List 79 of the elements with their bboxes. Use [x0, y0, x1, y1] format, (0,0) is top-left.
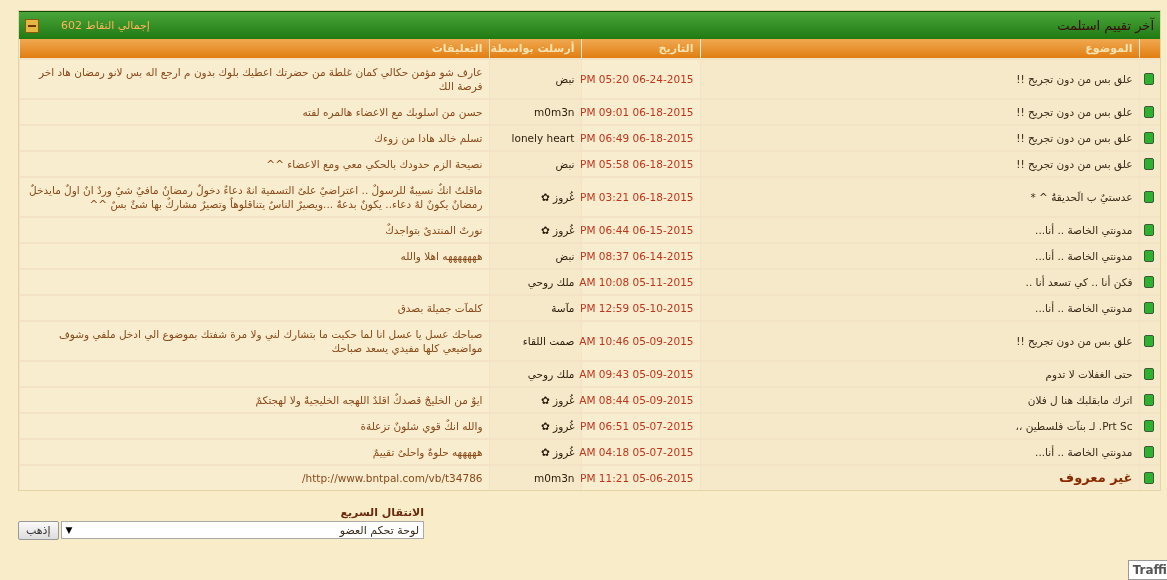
date-text: 05-07-2015 06:51 PM: [580, 420, 694, 432]
comment-text: http://www.bntpal.com/vb/t34786/: [301, 472, 483, 484]
date-text: 06-18-2015 09:01 PM: [580, 106, 694, 118]
status-icon: [1144, 158, 1154, 170]
date-text: 06-18-2015 05:58 PM: [580, 158, 694, 170]
thread-link[interactable]: علق بس من دون تجريح !!: [1016, 335, 1133, 347]
thread-link[interactable]: حتى الغفلات لا تدوم: [1045, 368, 1133, 380]
date-text: 06-15-2015 06:44 PM: [580, 224, 694, 236]
author-name[interactable]: نبض: [555, 73, 575, 85]
date-text: 06-24-2015 05:20 PM: [580, 73, 694, 85]
status-icon: [1144, 132, 1154, 144]
thread-link[interactable]: علق بس من دون تجريح !!: [1016, 73, 1133, 85]
date-text: 05-09-2015 08:44 AM: [579, 394, 694, 406]
author-name[interactable]: غُروز ✿: [540, 446, 575, 458]
column-header: الموضوع: [700, 39, 1139, 59]
comment-text: كلمآت جميلة بصدق: [397, 302, 483, 314]
status-icon: [1144, 420, 1154, 432]
date-text: 05-09-2015 10:46 AM: [579, 335, 694, 347]
thread-link[interactable]: Prt Sc. لـ بنآت فلسطين ،،: [1015, 420, 1133, 432]
status-icon: [1144, 73, 1154, 85]
status-icon: [1144, 106, 1154, 118]
author-name[interactable]: غُروز ✿: [540, 394, 575, 406]
thread-link[interactable]: مدونتي الخاصة .. أنا...: [1035, 250, 1133, 262]
date-text: 06-18-2015 03:21 PM: [580, 191, 694, 203]
status-icon: [1144, 446, 1154, 458]
status-icon: [1144, 335, 1154, 347]
go-button[interactable]: إذهب: [18, 521, 59, 540]
comment-text: تسلم خالد هادا من زوءك: [374, 132, 483, 144]
status-icon: [1144, 191, 1154, 203]
date-text: 05-10-2015 12:59 PM: [580, 302, 694, 314]
thread-link[interactable]: عدستيٌ ب الَحديقةُ ^ *: [1030, 191, 1133, 203]
author-name[interactable]: نبض: [555, 158, 575, 170]
panel-title: آخر تقييم استلمت: [1057, 18, 1154, 33]
comment-text: ايوٌ من الخليجٌ قصدكٌ اقلدٌ اللهجه الخليجيةٌ ولا لهجتكمٌ: [255, 394, 483, 406]
total-points: إجمالي النقاط 602: [61, 19, 150, 32]
author-name[interactable]: صمت اللقاء: [522, 335, 575, 347]
thread-link[interactable]: فكن أنا .. كي تسعد أنا ..: [1025, 276, 1133, 288]
status-icon: [1144, 250, 1154, 262]
date-text: 05-09-2015 09:43 AM: [579, 368, 694, 380]
comment-text: ماقلتٌ انكٌ نسيبةٌ للرسولٌ .. اعتراضيٌ علىٌ التسمية انهٌ دعاءٌ دخولٌ رمضانٌ مافيٌ شيٌ وردٌ انٌ اولٌ مايدخلٌ رمضانٌ يكونٌ لهٌ دعاء.. يكونٌ بدعةٌ ...ويصيرٌ الناسٌ يتناقلوهاٌ وتصيرٌ مشاركٌ بها شئٌ بسٌ ^^: [29, 184, 483, 210]
date-text: 05-11-2015 10:08 AM: [579, 276, 694, 288]
collapse-icon[interactable]: [25, 18, 39, 33]
thread-link[interactable]: مدونتي الخاصة .. أنا...: [1035, 224, 1133, 236]
column-header: التاريخ: [581, 39, 700, 59]
status-icon: [1144, 276, 1154, 288]
author-name[interactable]: غُروز ✿: [540, 420, 575, 432]
quick-nav-label: الانتقال السريع: [339, 506, 424, 519]
column-header: أرسلت بواسطة: [489, 39, 581, 59]
thread-link[interactable]: مدونتي الخاصة .. أنا...: [1035, 302, 1133, 314]
comment-text: صباحك عسل يا عسل انا لما حكيت ما بتشارك لني ولا مرة شفتك بموضوع الي ادخل ملفي وشوف مواضيعي كلها مفيدي يسعد صباحك: [58, 328, 483, 354]
status-icon: [1144, 302, 1154, 314]
column-header: التعليقات: [19, 39, 489, 59]
date-text: 06-18-2015 06:49 PM: [580, 132, 694, 144]
comment-text: عارف شو مؤمن حكالي كمان غلطة من حضرتك اعطيك بلوك بدون م ارجع اله بس لانو رمضان هاد اخر فرصة الك: [38, 66, 483, 92]
comment-text: هههههه حلوةٌ واحلىٌ تقييمٌ: [372, 446, 483, 458]
date-text: 05-06-2015 11:21 PM: [580, 472, 694, 484]
author-name[interactable]: مآسة: [551, 302, 575, 314]
status-icon: [1144, 472, 1154, 484]
thread-link[interactable]: علق بس من دون تجريح !!: [1016, 158, 1133, 170]
comment-text: هههههههه اهلا والله: [400, 250, 483, 262]
thread-link[interactable]: علق بس من دون تجريح !!: [1016, 132, 1133, 144]
traffic-widget[interactable]: Traffi: [1127, 560, 1167, 580]
author-name[interactable]: غُروز ✿: [540, 191, 575, 203]
date-text: 05-07-2015 04:18 AM: [579, 446, 694, 458]
unknown-subject: غير معروف: [1059, 470, 1133, 485]
thread-link[interactable]: اترك مابقلبك هنا ل فلان: [1027, 394, 1133, 406]
date-text: 06-14-2015 08:37 PM: [580, 250, 694, 262]
author-name[interactable]: نبض: [555, 250, 575, 262]
comment-text: حسن من اسلوبك مع الاعضاء هالمره لفته: [302, 106, 483, 118]
thread-link[interactable]: مدونتي الخاصة .. أنا...: [1035, 446, 1133, 458]
comment-text: نصيحة الزم حدودك بالحكي معي ومع الاعضاء ^^: [266, 158, 483, 170]
thread-link[interactable]: علق بس من دون تجريح !!: [1016, 106, 1133, 118]
comment-text: نورتٌ المنتدىٌ بتواجدكٌ: [385, 224, 483, 236]
comment-text: والله انكٌ قوي شلونٌ تزعلةة: [360, 420, 483, 432]
quick-nav-select[interactable]: لوحة تحكم العضو ▼: [60, 521, 424, 539]
status-icon: [1144, 394, 1154, 406]
status-icon: [1144, 224, 1154, 236]
author-name[interactable]: غُروز ✿: [540, 224, 575, 236]
status-icon: [1144, 368, 1154, 380]
